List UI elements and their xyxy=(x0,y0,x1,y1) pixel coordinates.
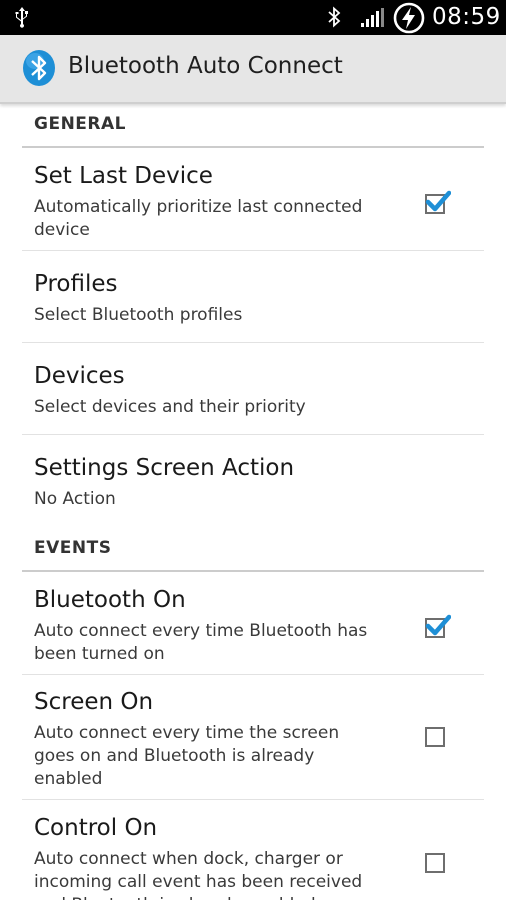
clock-time: 08:59 xyxy=(432,4,501,30)
signal-icon xyxy=(360,8,386,32)
category-general: GENERAL xyxy=(22,104,484,148)
category-events-label: EVENTS xyxy=(34,538,112,558)
pref-set-last-device-title: Set Last Device xyxy=(34,163,213,189)
usb-icon xyxy=(14,6,30,32)
pref-screen-on-title: Screen On xyxy=(34,689,154,715)
bluetooth-icon xyxy=(326,6,342,32)
pref-bluetooth-on-title: Bluetooth On xyxy=(34,587,186,613)
preferences-list[interactable]: GENERAL Set Last Device Automatically pr… xyxy=(0,104,506,900)
pref-set-last-device[interactable]: Set Last Device Automatically prioritize… xyxy=(22,148,484,251)
app-title: Bluetooth Auto Connect xyxy=(68,53,343,79)
category-events: EVENTS xyxy=(22,528,484,572)
pref-control-on[interactable]: Control On Auto connect when dock, charg… xyxy=(22,800,484,900)
pref-settings-screen-action[interactable]: Settings Screen Action No Action xyxy=(22,435,484,523)
status-bar: 08:59 xyxy=(0,0,506,35)
pref-settings-screen-action-summary: No Action xyxy=(34,489,116,509)
pref-screen-on[interactable]: Screen On Auto connect every time the sc… xyxy=(22,675,484,800)
pref-bluetooth-on-summary: Auto connect every time Bluetooth has be… xyxy=(34,621,368,664)
category-general-label: GENERAL xyxy=(34,114,126,134)
action-bar: Bluetooth Auto Connect xyxy=(0,35,506,104)
pref-devices-summary: Select devices and their priority xyxy=(34,397,306,417)
pref-set-last-device-summary: Automatically prioritize last connected … xyxy=(34,197,363,240)
pref-control-on-summary: Auto connect when dock, charger or incom… xyxy=(34,849,363,900)
checkmark-icon xyxy=(425,614,451,636)
bluetooth-app-icon[interactable] xyxy=(22,49,56,91)
set-last-device-checkbox[interactable] xyxy=(425,190,451,214)
pref-bluetooth-on[interactable]: Bluetooth On Auto connect every time Blu… xyxy=(22,572,484,675)
pref-devices-title: Devices xyxy=(34,363,125,389)
pref-profiles-summary: Select Bluetooth profiles xyxy=(34,305,243,325)
screen-on-checkbox[interactable] xyxy=(425,727,445,747)
pref-control-on-title: Control On xyxy=(34,815,158,841)
pref-profiles-title: Profiles xyxy=(34,271,118,297)
control-on-checkbox[interactable] xyxy=(425,853,445,873)
pref-devices[interactable]: Devices Select devices and their priorit… xyxy=(22,343,484,435)
bluetooth-on-checkbox[interactable] xyxy=(425,614,451,638)
pref-settings-screen-action-title: Settings Screen Action xyxy=(34,455,295,481)
battery-charging-icon xyxy=(392,2,426,38)
pref-screen-on-summary: Auto connect every time the screen goes … xyxy=(34,723,340,789)
pref-profiles[interactable]: Profiles Select Bluetooth profiles xyxy=(22,251,484,343)
checkmark-icon xyxy=(425,190,451,212)
